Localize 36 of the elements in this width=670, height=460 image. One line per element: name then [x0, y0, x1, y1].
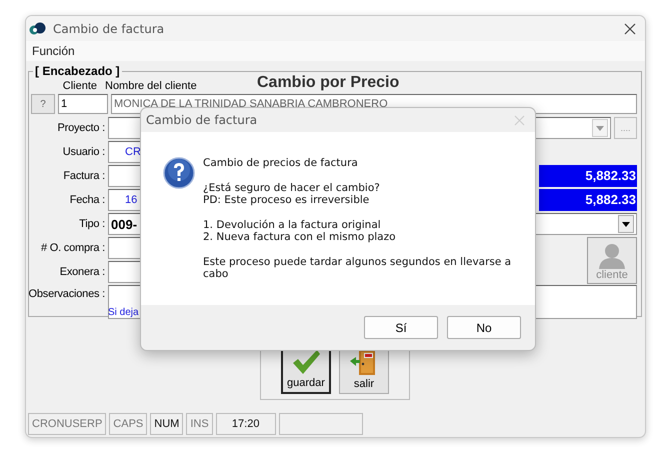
status-panel: INS	[186, 413, 213, 435]
hint-text: Si deja	[108, 307, 140, 318]
dialog-button[interactable]: No	[447, 316, 521, 339]
person-icon	[597, 242, 627, 268]
message-text: Cambio de precios de factura	[203, 157, 359, 170]
status-panel: CRONUSERP	[28, 413, 106, 435]
check-icon	[291, 349, 321, 375]
message-text: ¿Está seguro de hacer el cambio? PD: Este proceso es irreversible	[203, 182, 381, 206]
field-label: # O. compra :	[40, 242, 106, 254]
field-label: Usuario :	[62, 146, 106, 158]
field-label: Fecha :	[68, 194, 106, 206]
menu-item[interactable]: Función	[32, 44, 75, 58]
window-title: Cambio de factura	[53, 22, 166, 36]
client-id-field[interactable]: 1	[58, 94, 108, 114]
dialog-button[interactable]: Sí	[364, 316, 438, 339]
status-panel: 17:20	[216, 413, 276, 435]
group-title: [ Encabezado ]	[34, 64, 121, 78]
column-label: Cliente	[62, 80, 98, 92]
cloud-icon	[29, 22, 47, 36]
field-label: Factura :	[62, 170, 106, 182]
message-text: 1. Devolución a la factura original 2. Nueva factura con el mismo plazo	[203, 218, 397, 244]
column-label: Nombre del cliente	[105, 80, 198, 92]
field-label: Observaciones :	[28, 288, 106, 300]
dialog-title: Cambio de factura	[146, 113, 258, 127]
close-icon[interactable]	[624, 22, 636, 34]
form-heading: Cambio por Precio	[257, 74, 400, 92]
field-label: Tipo :	[78, 218, 106, 230]
amount-field: 5,882.33	[539, 165, 637, 187]
status-panel: NUM	[150, 413, 184, 435]
question-icon	[163, 157, 195, 189]
status-panel: CAPS	[109, 413, 148, 435]
amount-field: 5,882.33	[539, 189, 637, 211]
field-label: Exonera :	[58, 266, 106, 278]
message-text: Este proceso puede tardar algunos segundos en llevarse a cabo	[203, 256, 512, 280]
field-label: Proyecto :	[56, 122, 106, 134]
help-button[interactable]: ?	[31, 94, 55, 114]
